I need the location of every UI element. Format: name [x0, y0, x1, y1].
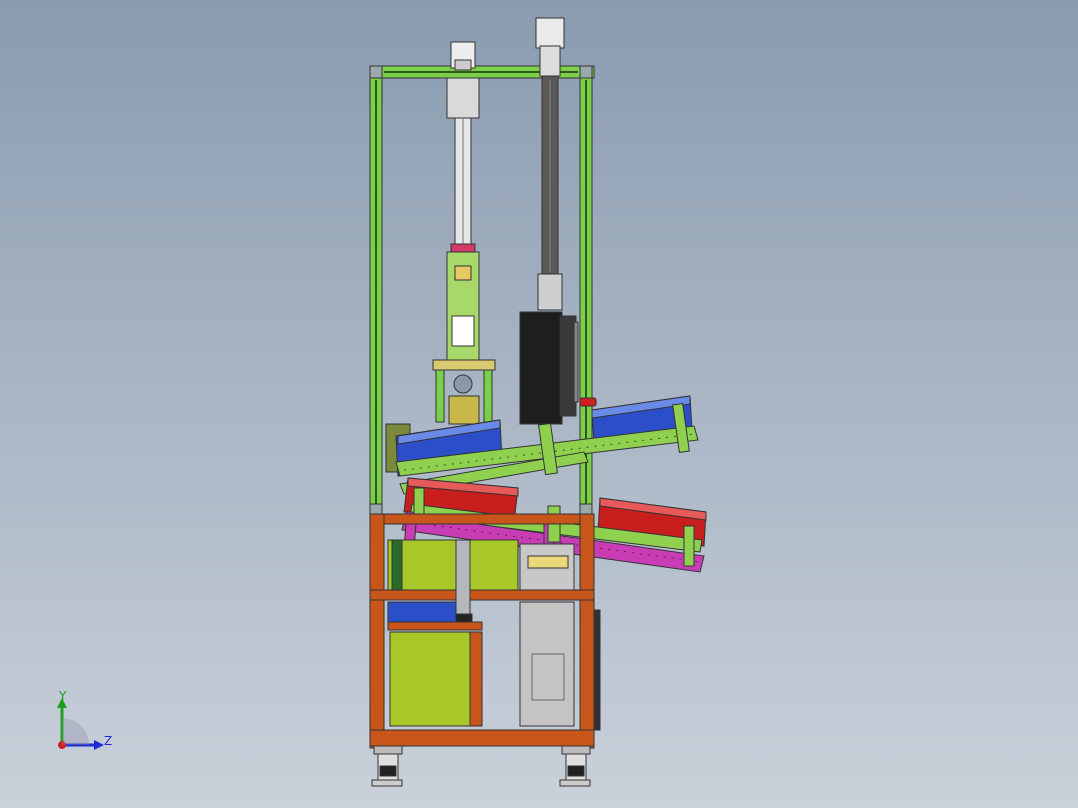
cabinet-base — [369, 729, 595, 747]
lower-cabinet — [369, 513, 601, 749]
control-box — [519, 601, 575, 727]
y-axis-label: Y — [58, 689, 67, 703]
corner-bracket — [579, 65, 593, 79]
vertical-shaft — [455, 539, 471, 621]
upper-olive-panel — [387, 539, 519, 591]
sensor-light — [579, 397, 597, 407]
gripper-body — [448, 395, 480, 425]
machine-assembly-drawing: Y Z — [57, 17, 707, 787]
blue-drawer — [387, 601, 457, 623]
lower-olive-panel — [389, 631, 471, 727]
label-plate — [454, 265, 472, 281]
orientation-triad: Y Z — [57, 689, 112, 750]
cylinder-head — [446, 77, 480, 119]
corner-bracket — [369, 65, 383, 79]
bracket-plate — [432, 359, 496, 371]
left-lift-cylinder — [432, 41, 496, 425]
cylinder-cap — [535, 17, 565, 49]
cabinet-right-post — [579, 513, 595, 749]
rod-end — [450, 243, 476, 253]
cad-viewport[interactable]: Y Z — [0, 0, 1078, 808]
cabinet-left-post — [369, 513, 385, 749]
gripper-joint — [453, 374, 473, 394]
cylinder-fitting — [537, 273, 563, 311]
z-axis-label: Z — [104, 734, 112, 748]
cabinet-top — [369, 513, 595, 525]
casters — [371, 745, 591, 787]
actuator-block — [519, 311, 563, 425]
cabinet-mid-shelf — [369, 589, 595, 601]
z-arrow-head — [94, 740, 104, 750]
